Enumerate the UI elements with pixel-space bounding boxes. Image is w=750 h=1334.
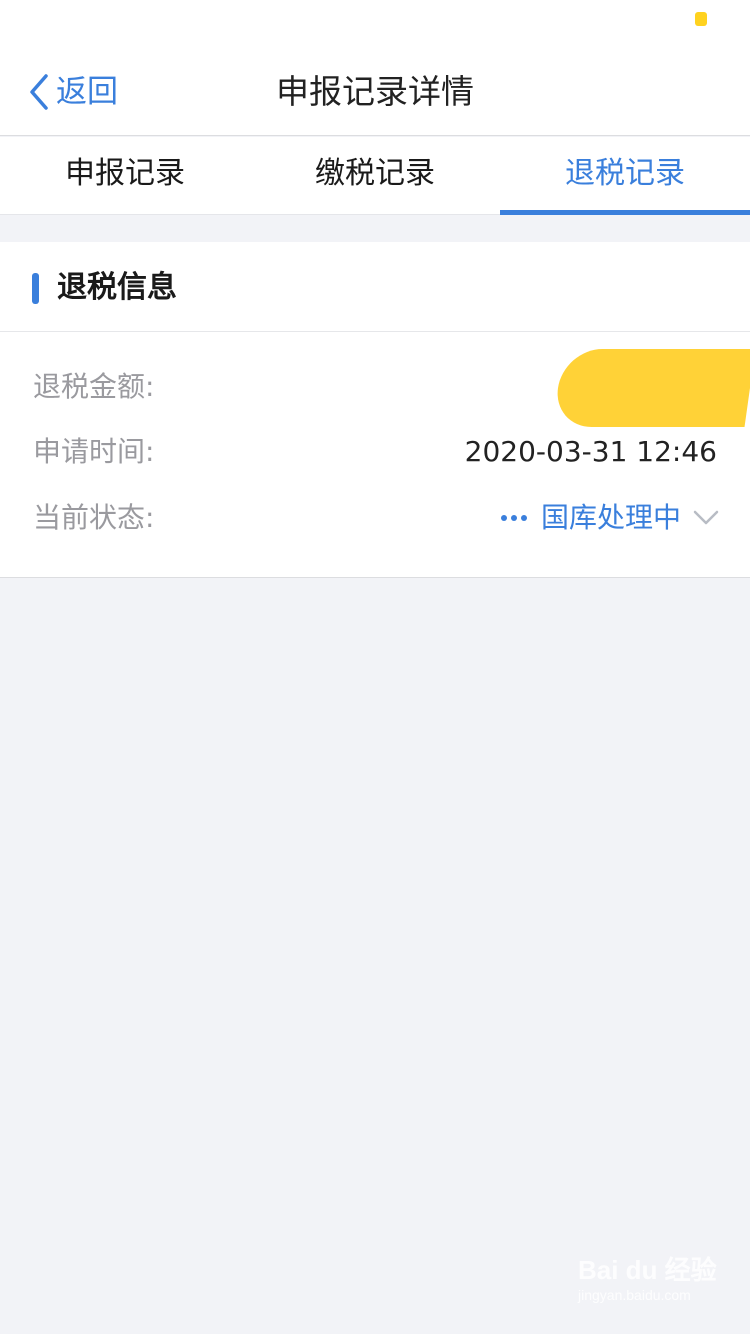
refund-info-card: 退税信息 退税金额: 申请时间: 2020-03-31 12:46 当前状态: … bbox=[0, 242, 750, 578]
current-status-label: 当前状态: bbox=[33, 501, 155, 534]
apply-time-value: 2020-03-31 12:46 bbox=[464, 435, 717, 468]
current-status-row: 当前状态: 国库处理中 bbox=[0, 493, 750, 543]
tab-payment-records[interactable]: 缴税记录 bbox=[250, 137, 500, 214]
refund-amount-label: 退税金额: bbox=[33, 370, 155, 403]
section-title: 退税信息 bbox=[57, 270, 177, 305]
section-accent-bar bbox=[32, 273, 39, 304]
status-dropdown[interactable]: 国库处理中 bbox=[499, 493, 719, 543]
baidu-jingyan-watermark: Bai du 经验 jingyan.baidu.com bbox=[578, 1254, 728, 1314]
battery-icon bbox=[695, 12, 707, 26]
status-text: 国库处理中 bbox=[540, 501, 681, 534]
page-title: 申报记录详情 bbox=[276, 72, 474, 111]
more-dots-icon bbox=[499, 515, 529, 521]
tab-declaration-records[interactable]: 申报记录 bbox=[0, 137, 250, 214]
watermark-logo: Bai du 经验 bbox=[578, 1255, 717, 1285]
apply-time-label: 申请时间: bbox=[33, 435, 155, 468]
tab-refund-records[interactable]: 退税记录 bbox=[500, 137, 750, 215]
watermark-url: jingyan.baidu.com bbox=[578, 1287, 691, 1303]
status-bar bbox=[0, 0, 750, 40]
redaction-mark bbox=[552, 349, 750, 427]
record-tabs: 申报记录 缴税记录 退税记录 bbox=[0, 137, 750, 215]
chevron-down-icon bbox=[693, 510, 719, 526]
apply-time-row: 申请时间: 2020-03-31 12:46 bbox=[0, 427, 750, 477]
section-header: 退税信息 bbox=[0, 242, 750, 332]
navigation-bar: 返回 申报记录详情 bbox=[0, 40, 750, 136]
